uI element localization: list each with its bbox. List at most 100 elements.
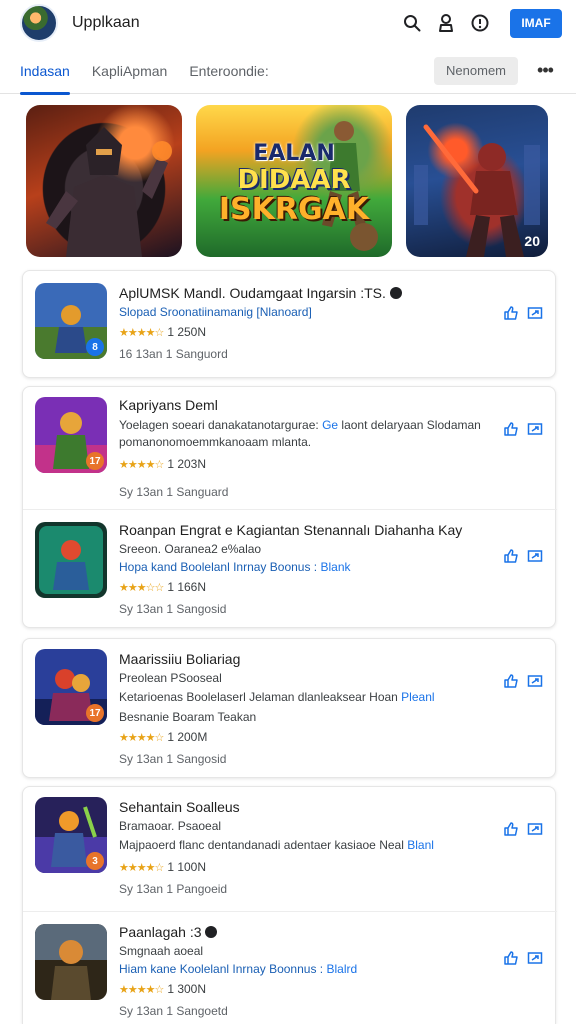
share-icon[interactable]: [527, 548, 543, 564]
app-title: Kapriyans Deml: [119, 397, 218, 413]
tagline-link[interactable]: Blalrd: [326, 962, 357, 976]
rating-count: 1 100N: [167, 860, 207, 874]
tagline-text: Hiam kane Koolelanl Inrnay Boonnus :: [119, 962, 327, 976]
share-icon[interactable]: [527, 950, 543, 966]
share-icon[interactable]: [527, 821, 543, 837]
tab-indasan[interactable]: Indasan: [20, 48, 70, 95]
app-card-2: 17 Kapriyans Deml Yoelagen soeari danaka…: [22, 386, 557, 629]
description-link[interactable]: Ge: [322, 418, 338, 432]
app-list-item[interactable]: 17 Maarissiiu Boliariag Preolean PSoosea…: [23, 639, 557, 779]
app-icon[interactable]: 8: [35, 283, 107, 359]
app-list-item[interactable]: Paanlagah :3 Smgnaah aoeal Hiam kane Koo…: [23, 911, 557, 1024]
app-actions: [503, 821, 543, 837]
app-meta: Sy 13an 1 Pangoeid: [119, 882, 228, 896]
app-subtitle: Smgnaah aoeal: [119, 944, 204, 958]
app-tagline: Hiam kane Koolelanl Inrnay Boonnus : Bla…: [119, 962, 499, 976]
app-title-text: Paanlagah :3: [119, 924, 202, 940]
rating-count: 1 200M: [167, 730, 208, 744]
app-icon[interactable]: [35, 522, 107, 598]
app-description: Majpaoerd flanc dentandanadi adentaer ka…: [119, 837, 499, 854]
description-text: Majpaoerd flanc dentandanadi adentaer ka…: [119, 838, 408, 852]
like-icon[interactable]: [503, 950, 519, 966]
app-list-item[interactable]: Roanpan Engrat e Kagiantan Stenannalı Di…: [23, 509, 557, 629]
like-icon[interactable]: [503, 305, 519, 321]
banner-title-line-1: EALAN: [253, 141, 335, 166]
app-secondary-line: Besnanie Boaram Teakan: [119, 710, 257, 724]
verified-icon: [205, 926, 218, 938]
banner-title-line-3: ISKRGAK: [218, 192, 370, 227]
like-icon[interactable]: [503, 673, 519, 689]
tagline-link[interactable]: Blank: [320, 560, 350, 574]
avatar[interactable]: [20, 4, 58, 42]
app-list-item[interactable]: 17 Kapriyans Deml Yoelagen soeari danaka…: [23, 387, 557, 509]
app-icon[interactable]: 17: [35, 397, 107, 473]
featured-carousel: EALAN DIDAAR ISKRGAK 20: [26, 105, 548, 257]
app-meta: Sy 13an 1 Sangoetd: [119, 1004, 228, 1018]
description-text: Yoelagen soeari danakatanotargurae:: [119, 418, 323, 432]
app-card-1: 8 AplUMSK Mandl. Oudamgaat Ingarsin :TS.…: [22, 270, 556, 378]
app-actions: [503, 305, 543, 321]
like-icon[interactable]: [503, 821, 519, 837]
app-badge: 3: [86, 852, 104, 870]
app-rating: ★★★☆☆ 1 166N: [119, 580, 499, 594]
app-icon[interactable]: 17: [35, 649, 107, 725]
rating-count: 1 203N: [167, 457, 207, 471]
description-link[interactable]: Blanl: [407, 838, 434, 852]
star-rating-icon: ★★★★☆: [119, 326, 164, 339]
app-title: Roanpan Engrat e Kagiantan Stenannalı Di…: [119, 522, 463, 538]
app-rating: ★★★★☆ 1 200M: [119, 730, 499, 744]
app-list-item[interactable]: 8 AplUMSK Mandl. Oudamgaat Ingarsin :TS.…: [23, 271, 557, 379]
app-info: Roanpan Engrat e Kagiantan Stenannalı Di…: [119, 522, 499, 616]
featured-banner-1[interactable]: [26, 105, 182, 257]
rating-count: 1 300N: [167, 982, 207, 996]
app-info: Paanlagah :3 Smgnaah aoeal Hiam kane Koo…: [119, 924, 499, 1018]
tab-bar: Indasan KapliApman Enteroondie: Nenomem …: [0, 48, 576, 95]
app-title-text: AplUMSK Mandl. Oudamgaat Ingarsin :TS.: [119, 285, 386, 301]
knight-artwork: [46, 127, 172, 257]
verified-icon: [389, 287, 402, 299]
app-icon[interactable]: 3: [35, 797, 107, 873]
app-meta: 16 13an 1 Sanguord: [119, 347, 228, 361]
share-icon[interactable]: [527, 305, 543, 321]
app-info: Sehantain Soalleus Bramaoar. Psaoeal Maj…: [119, 799, 499, 896]
app-info: Kapriyans Deml Yoelagen soeari danakatan…: [119, 397, 499, 499]
app-artwork: [35, 522, 107, 598]
top-actions: IMAF: [402, 8, 562, 38]
account-icon[interactable]: [436, 12, 456, 34]
app-title: Upplkaan: [72, 14, 140, 31]
top-app-bar: Upplkaan IMAF: [0, 0, 576, 46]
app-actions: [503, 421, 543, 437]
share-icon[interactable]: [527, 673, 543, 689]
app-title: Paanlagah :3: [119, 924, 499, 940]
app-badge: 8: [86, 338, 104, 356]
description-text: Ketarioenas Boolelaserl Jelaman dlanleak…: [119, 690, 402, 704]
app-icon[interactable]: [35, 924, 107, 1000]
app-info: AplUMSK Mandl. Oudamgaat Ingarsin :TS. S…: [119, 285, 499, 361]
app-artwork: [35, 924, 107, 1000]
app-rating: ★★★★☆ 1 100N: [119, 860, 499, 874]
app-list-item[interactable]: 3 Sehantain Soalleus Bramaoar. Psaoeal M…: [23, 787, 557, 911]
app-rating: ★★★★☆ 1 300N: [119, 982, 499, 996]
like-icon[interactable]: [503, 421, 519, 437]
app-actions: [503, 950, 543, 966]
primary-action-button[interactable]: IMAF: [510, 8, 562, 38]
star-rating-icon: ★★★☆☆: [119, 581, 164, 594]
description-link[interactable]: Pleanl: [401, 690, 434, 704]
app-actions: [503, 548, 543, 564]
featured-banner-2[interactable]: EALAN DIDAAR ISKRGAK: [196, 105, 392, 257]
star-rating-icon: ★★★★☆: [119, 983, 164, 996]
tagline-text: Hopa kand Boolelanl Inrnay Boonus :: [119, 560, 321, 574]
info-icon[interactable]: [470, 12, 490, 34]
more-options-icon[interactable]: •••: [534, 60, 556, 81]
like-icon[interactable]: [503, 548, 519, 564]
app-tagline: Hopa kand Boolelanl Inrnay Boonus : Blan…: [119, 560, 499, 574]
tab-enteroondie[interactable]: Enteroondie:: [189, 48, 268, 94]
filter-chip[interactable]: Nenomem: [434, 56, 518, 85]
share-icon[interactable]: [527, 421, 543, 437]
featured-banner-3[interactable]: 20: [406, 105, 548, 257]
search-icon[interactable]: [402, 12, 422, 34]
banner-title-line-2: DIDAAR: [237, 165, 351, 195]
app-title: Maarissiiu Boliariag: [119, 651, 241, 667]
app-title: AplUMSK Mandl. Oudamgaat Ingarsin :TS.: [119, 285, 499, 301]
tab-kapliapman[interactable]: KapliApman: [92, 48, 168, 94]
